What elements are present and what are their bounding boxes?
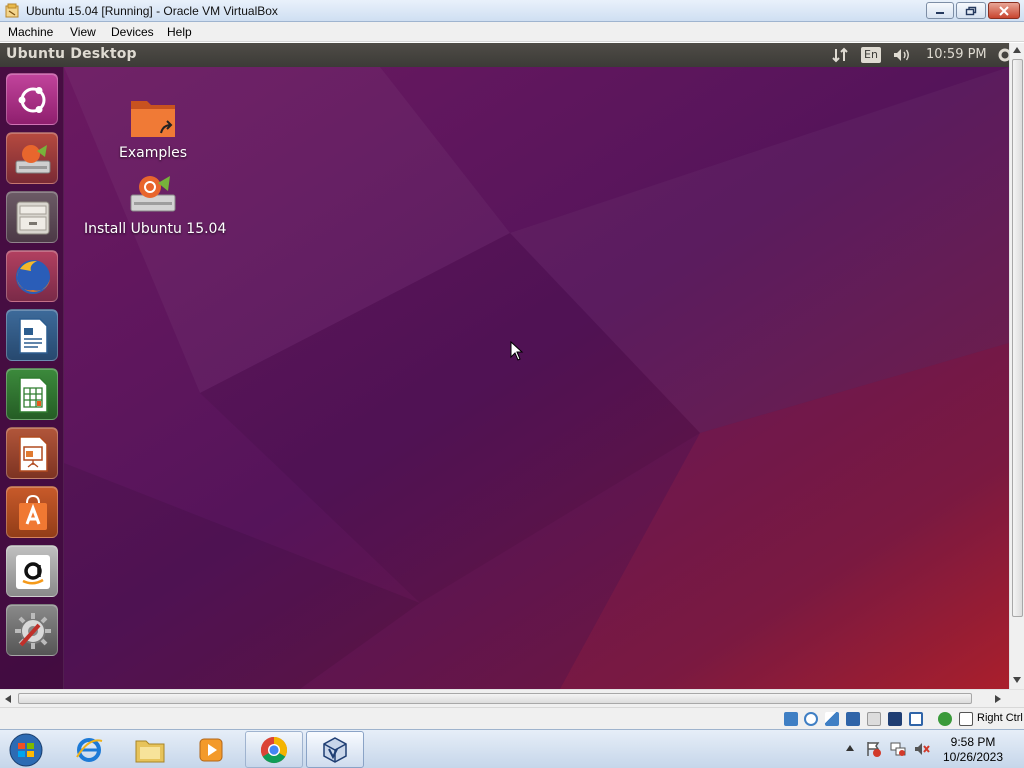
launcher-impress[interactable] — [6, 427, 58, 479]
desktop-title: Ubuntu Desktop — [6, 46, 137, 62]
libreoffice-calc-icon — [19, 377, 48, 413]
restore-button[interactable] — [956, 2, 986, 19]
display-icon[interactable] — [909, 712, 923, 726]
start-button[interactable] — [6, 731, 46, 768]
vbox-menubar: Machine View Devices Help — [0, 22, 1024, 42]
volume-icon[interactable] — [892, 47, 912, 63]
launcher-firefox[interactable] — [6, 250, 58, 302]
taskbar-explorer[interactable] — [121, 731, 179, 768]
desktop-icon-examples[interactable]: Examples — [118, 95, 188, 161]
minimize-button[interactable] — [926, 2, 954, 19]
usb-icon[interactable] — [867, 712, 881, 726]
libreoffice-impress-icon — [19, 436, 48, 472]
audio-icon[interactable] — [825, 712, 839, 726]
file-manager-icon — [16, 201, 50, 235]
ubuntu-top-panel: Ubuntu Desktop En 10:59 PM — [0, 43, 1009, 67]
vbox-status-bar: Right Ctrl — [0, 707, 1024, 729]
horizontal-scrollbar[interactable] — [0, 689, 1024, 707]
launcher-calc[interactable] — [6, 368, 58, 420]
launcher-software-center[interactable] — [6, 486, 58, 538]
menu-view[interactable]: View — [70, 25, 96, 39]
horizontal-scroll-thumb[interactable] — [18, 693, 972, 704]
launcher-files[interactable] — [6, 191, 58, 243]
mouse-cursor-icon — [510, 341, 524, 361]
scroll-left-arrow-icon[interactable] — [5, 695, 11, 703]
software-center-icon — [19, 494, 47, 530]
scroll-right-arrow-icon[interactable] — [995, 695, 1001, 703]
volume-muted-icon[interactable] — [914, 741, 930, 757]
taskbar-date: 10/26/2023 — [942, 750, 1004, 764]
vertical-scroll-thumb[interactable] — [1012, 59, 1023, 617]
ubuntu-dash-icon — [18, 87, 46, 113]
libreoffice-writer-icon — [19, 318, 48, 354]
launcher-install-ubuntu[interactable] — [6, 132, 58, 184]
install-ubuntu-icon — [15, 145, 51, 174]
amazon-icon — [16, 555, 50, 589]
minimize-icon — [936, 11, 944, 14]
chrome-icon — [260, 736, 288, 763]
taskbar-virtualbox[interactable] — [306, 731, 364, 768]
hard-disk-icon[interactable] — [784, 712, 798, 726]
shared-folders-icon[interactable] — [888, 712, 902, 726]
virtualbox-app-icon — [5, 3, 19, 18]
vbox-titlebar: Ubuntu 15.04 [Running] - Oracle VM Virtu… — [0, 0, 1024, 22]
scroll-down-arrow-icon[interactable] — [1013, 677, 1021, 683]
firefox-icon — [16, 260, 50, 294]
unity-launcher — [0, 67, 64, 689]
network-icon[interactable] — [831, 47, 849, 63]
internet-explorer-icon — [76, 737, 103, 762]
optical-drive-icon[interactable] — [804, 712, 818, 726]
mouse-integration-icon[interactable] — [959, 712, 973, 726]
desktop-icon-install-ubuntu[interactable]: Install Ubuntu 15.04 — [84, 171, 227, 237]
menu-devices[interactable]: Devices — [111, 25, 154, 39]
system-gear-icon[interactable] — [997, 47, 1009, 63]
taskbar-time: 9:58 PM — [950, 735, 996, 749]
host-key-label: Right Ctrl — [977, 712, 1023, 724]
scroll-up-arrow-icon[interactable] — [1013, 47, 1021, 53]
desktop-icon-label: Examples — [118, 145, 188, 161]
video-capture-icon[interactable] — [938, 712, 952, 726]
action-center-icon[interactable] — [866, 741, 882, 757]
keyboard-language[interactable]: En — [861, 47, 881, 63]
desktop-icon-label: Install Ubuntu 15.04 — [84, 221, 227, 237]
restore-icon — [965, 6, 977, 15]
windows-taskbar: 9:58 PM 10/26/2023 — [0, 729, 1024, 768]
launcher-amazon[interactable] — [6, 545, 58, 597]
menu-help[interactable]: Help — [167, 25, 192, 39]
taskbar-internet-explorer[interactable] — [60, 731, 118, 768]
windows-explorer-icon — [135, 740, 165, 762]
launcher-settings[interactable] — [6, 604, 58, 656]
virtualbox-icon — [323, 736, 347, 763]
close-button[interactable] — [988, 2, 1020, 19]
network-tray-icon[interactable] — [890, 741, 906, 757]
taskbar-media-player[interactable] — [182, 731, 240, 768]
show-hidden-icons-arrow-icon[interactable] — [846, 745, 854, 751]
guest-screen[interactable]: Ubuntu Desktop En 10:59 PM Examples Inst… — [0, 43, 1009, 689]
install-drive-icon — [130, 176, 176, 212]
network-icon[interactable] — [846, 712, 860, 726]
media-player-icon — [199, 738, 223, 761]
close-icon — [999, 5, 1009, 16]
system-settings-icon — [15, 613, 51, 649]
folder-link-icon — [131, 101, 175, 137]
taskbar-clock[interactable]: 9:58 PM 10/26/2023 — [930, 735, 1016, 765]
menu-machine[interactable]: Machine — [8, 25, 53, 39]
vertical-scrollbar[interactable] — [1009, 43, 1024, 689]
taskbar-chrome[interactable] — [245, 731, 303, 768]
launcher-dash[interactable] — [6, 73, 58, 125]
window-title: Ubuntu 15.04 [Running] - Oracle VM Virtu… — [26, 4, 278, 18]
launcher-writer[interactable] — [6, 309, 58, 361]
clock[interactable]: 10:59 PM — [926, 47, 987, 62]
